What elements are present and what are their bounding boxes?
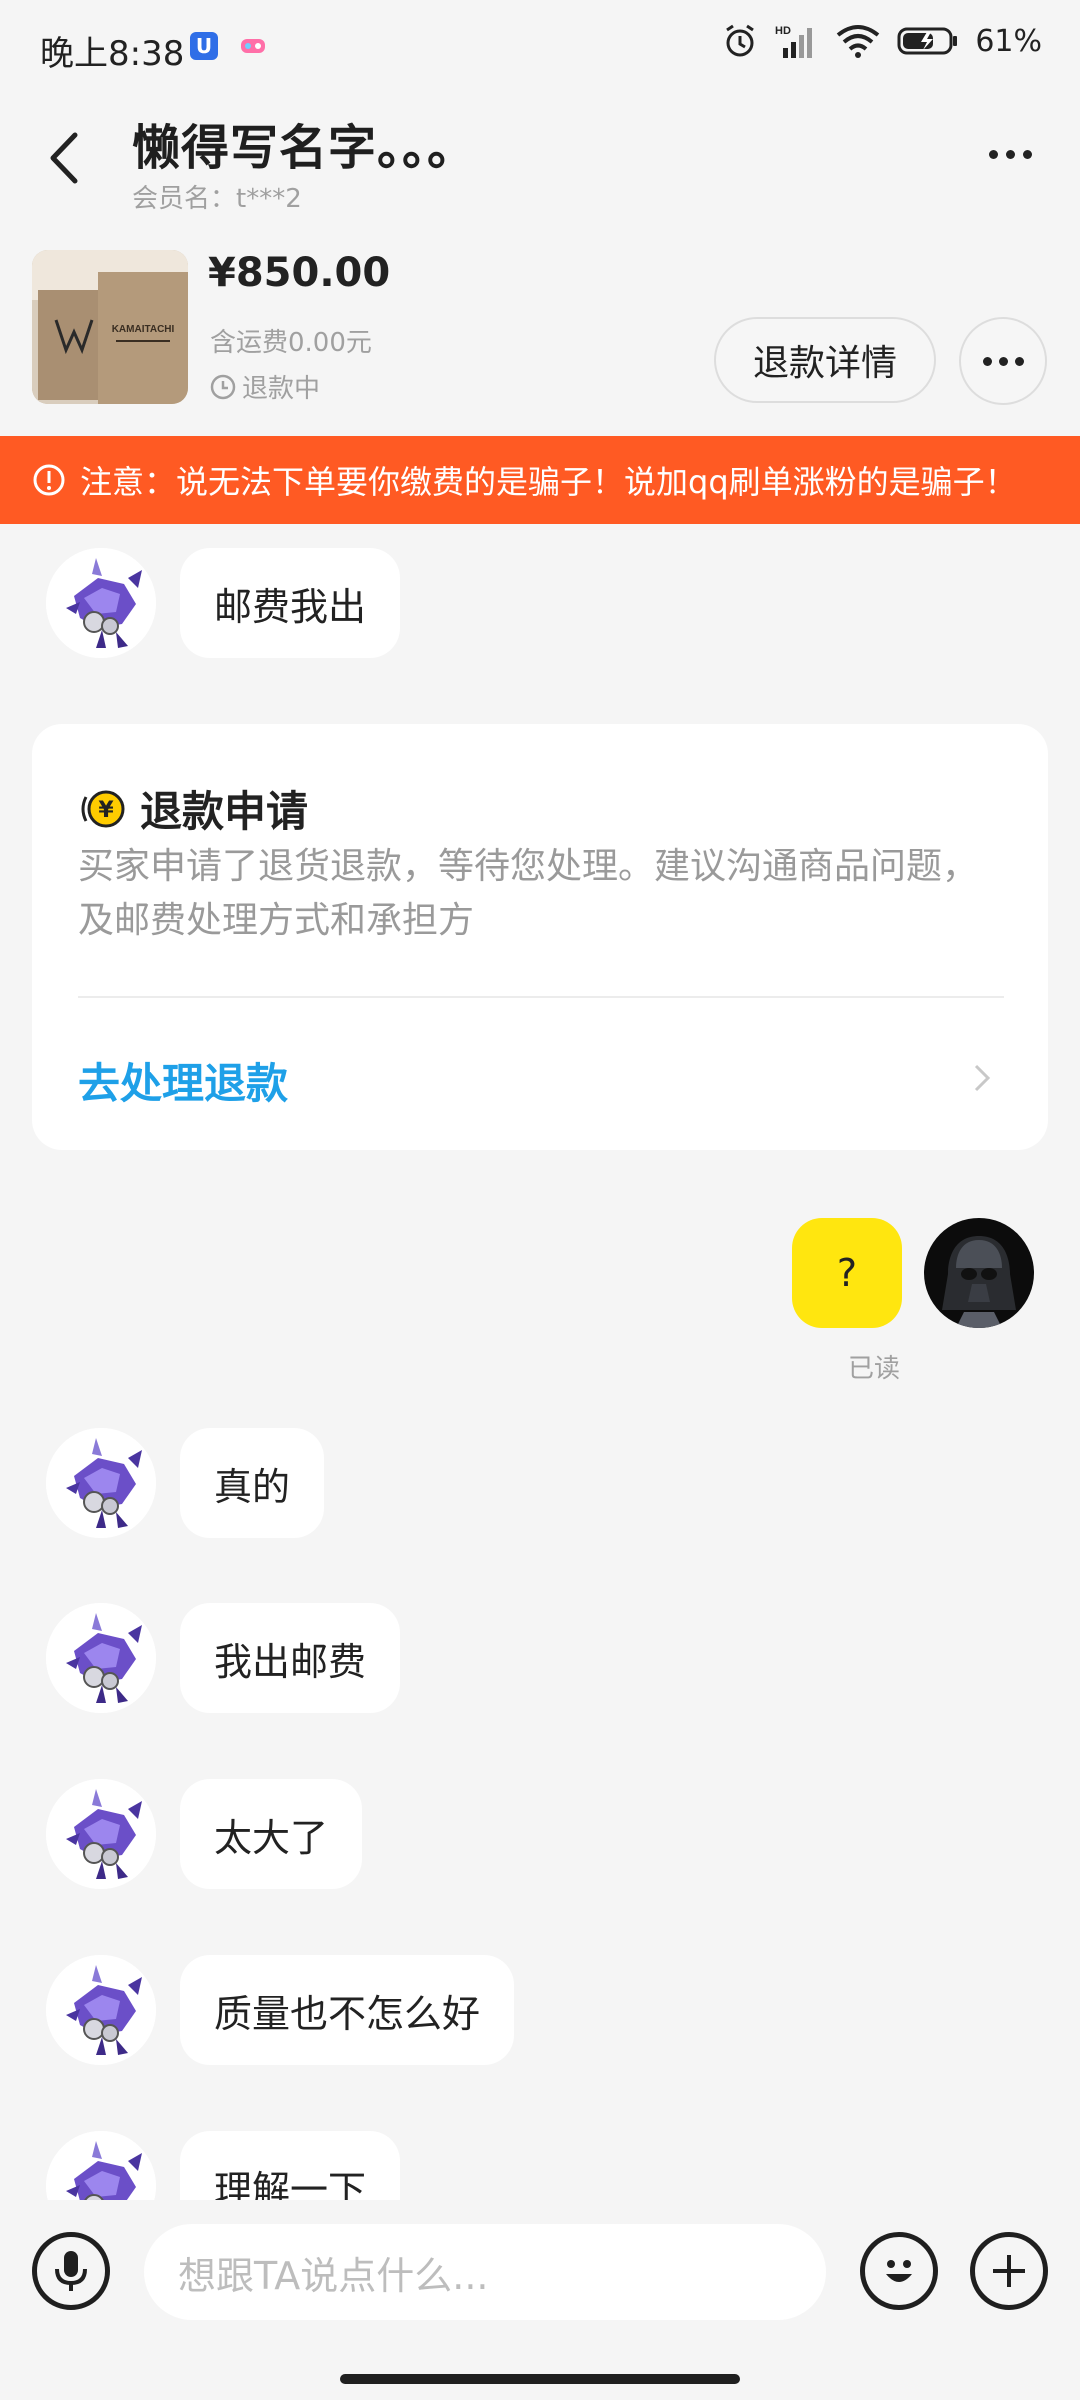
- refund-status-label: 退款中: [242, 374, 321, 404]
- emoji-button[interactable]: [860, 2232, 938, 2310]
- refund-card-description: 买家申请了退货退款，等待您处理。建议沟通商品问题，及邮费处理方式和承担方: [78, 846, 979, 941]
- message-bubble[interactable]: 真的: [180, 1428, 325, 1538]
- my-avatar[interactable]: [924, 1218, 1034, 1328]
- add-attachment-button[interactable]: [970, 2232, 1048, 2310]
- product-image: KAMAITACHI: [32, 250, 188, 404]
- product-price: ¥850.00: [208, 250, 391, 296]
- shipping-fee: 含运费0.00元: [210, 328, 372, 358]
- product-thumbnail[interactable]: KAMAITACHI: [32, 250, 188, 404]
- battery-percent: 61%: [975, 23, 1042, 59]
- member-name: 会员名：t***2: [132, 184, 302, 214]
- plus-icon: [993, 2255, 1025, 2287]
- battery-icon: [897, 27, 958, 55]
- handle-refund-link[interactable]: 去处理退款: [78, 1050, 288, 1111]
- back-button[interactable]: [34, 118, 94, 198]
- refund-detail-button[interactable]: 退款详情: [714, 317, 936, 403]
- message-bubble[interactable]: 质量也不怎么好: [180, 1955, 515, 2065]
- refund-card-title-text: 退款申请: [140, 787, 309, 836]
- warning-text: 注意：说无法下单要你缴费的是骗子！说加qq刷单涨粉的是骗子！: [80, 463, 1017, 501]
- order-more-button[interactable]: [959, 317, 1047, 405]
- refund-status: 退款中: [210, 368, 320, 405]
- buyer-avatar[interactable]: [46, 1428, 156, 1538]
- back-arrow-icon: [50, 132, 78, 184]
- my-message-bubble[interactable]: ?: [792, 1218, 902, 1328]
- more-dot: [982, 356, 992, 366]
- more-dot: [988, 149, 998, 159]
- voice-input-button[interactable]: [32, 2232, 110, 2310]
- scam-warning-banner: 注意：说无法下单要你缴费的是骗子！说加qq刷单涨粉的是骗子！: [0, 436, 1080, 524]
- coin-glyph: ¥: [98, 798, 114, 823]
- refund-coin-icon: ¥: [81, 790, 125, 827]
- microphone-icon: [55, 2251, 87, 2291]
- clock-icon: [210, 374, 236, 399]
- emoji-icon: [886, 2260, 912, 2282]
- buyer-avatar[interactable]: [46, 1779, 156, 1889]
- home-indicator[interactable]: [340, 2374, 740, 2384]
- divider: [78, 996, 1004, 998]
- svg-text:HD: HD: [775, 25, 791, 37]
- more-options-button[interactable]: [980, 134, 1040, 174]
- more-dot: [998, 356, 1008, 366]
- status-time: 晚上8:38: [40, 34, 185, 74]
- chat-title: 懒得写名字。。。: [132, 120, 477, 176]
- product-box-label: KAMAITACHI: [112, 324, 175, 335]
- message-bubble[interactable]: 我出邮费: [180, 1603, 401, 1713]
- game-notification-icon: [241, 39, 265, 53]
- buyer-avatar[interactable]: [46, 1955, 156, 2065]
- refund-card-title: ¥ 退款申请: [78, 778, 308, 839]
- buyer-avatar[interactable]: [46, 548, 156, 658]
- warning-icon: [33, 464, 65, 496]
- message-bubble[interactable]: 邮费我出: [180, 548, 401, 658]
- signal-icon: HD: [775, 25, 813, 58]
- status-indicators: HD 61%: [721, 22, 1042, 60]
- message-bubble[interactable]: 太大了: [180, 1779, 363, 1889]
- more-dot: [1022, 149, 1032, 159]
- more-dot: [1005, 149, 1015, 159]
- chevron-right-icon: [974, 1064, 991, 1092]
- alarm-icon: [726, 24, 755, 57]
- more-dot: [1014, 356, 1024, 366]
- wifi-icon: [837, 25, 880, 58]
- read-receipt: 已读: [848, 1354, 901, 1384]
- app-notification-icon: U: [190, 32, 218, 60]
- message-input[interactable]: 想跟TA说点什么...: [144, 2224, 826, 2320]
- buyer-avatar[interactable]: [46, 1603, 156, 1713]
